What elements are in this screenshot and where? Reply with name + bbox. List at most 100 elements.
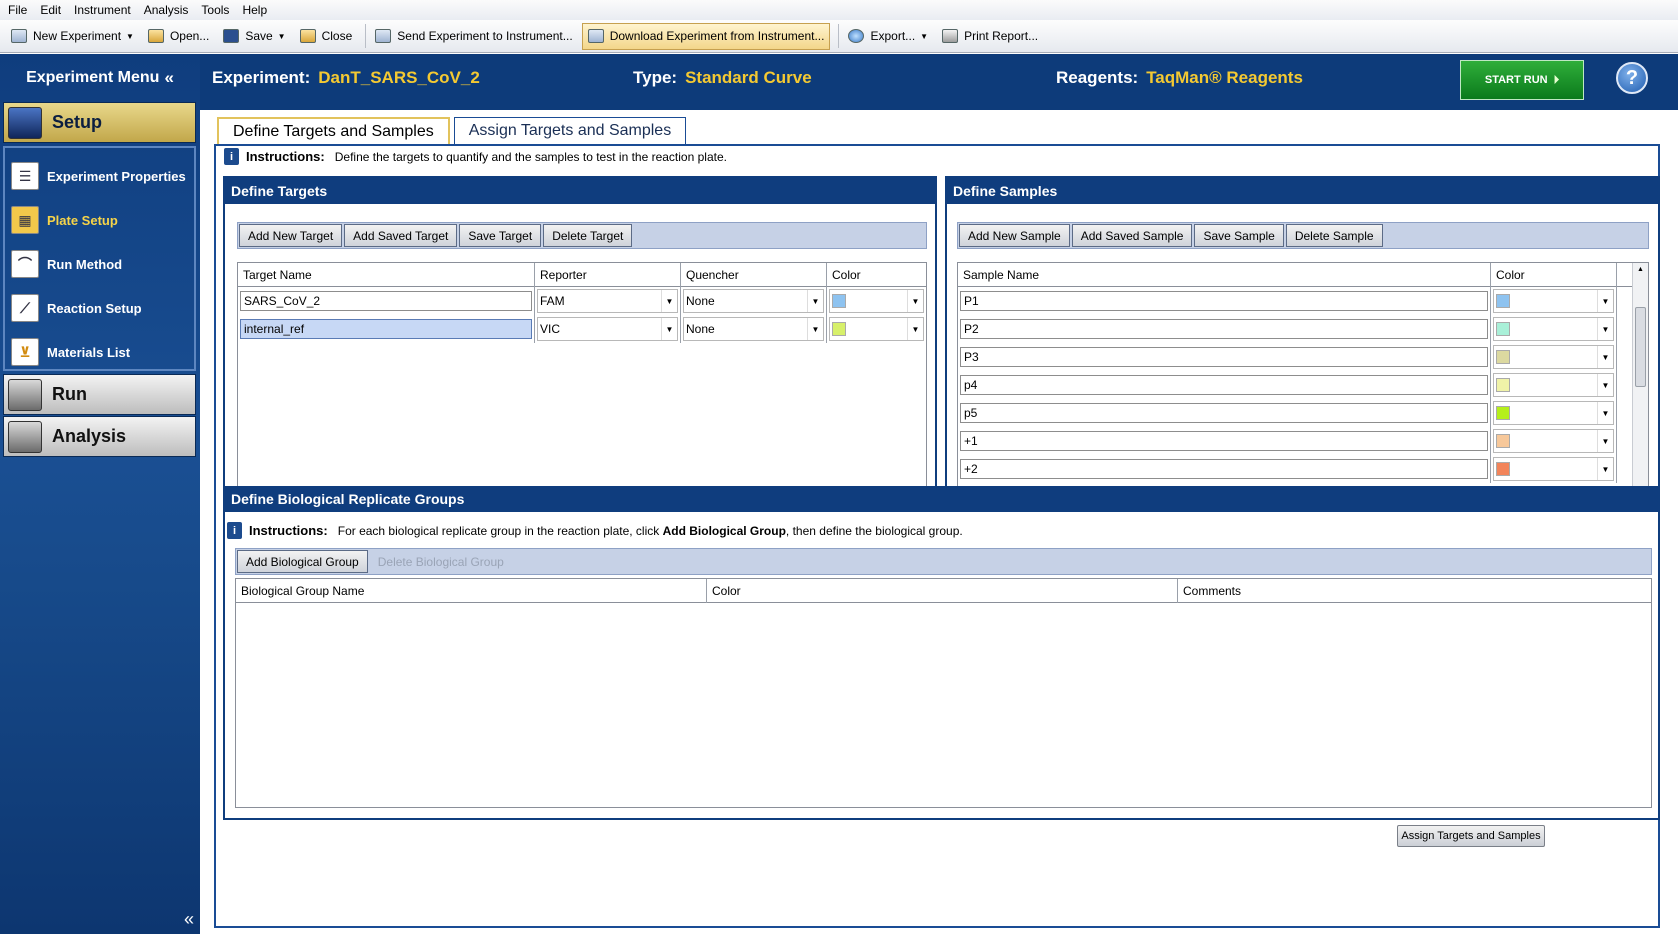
color-select[interactable]: ▼ [829, 289, 924, 313]
new-experiment-button[interactable]: New Experiment ▼ [6, 23, 139, 50]
dropdown-arrow-icon[interactable]: ▼ [278, 32, 286, 41]
scrollbar-thumb[interactable] [1635, 307, 1646, 387]
table-row[interactable]: +2 ▼ [958, 455, 1648, 483]
sample-name-field[interactable]: +1 [960, 431, 1488, 451]
add-new-target-button[interactable]: Add New Target [239, 224, 343, 247]
samples-scrollbar[interactable]: ▲ ▼ [1632, 263, 1648, 504]
column-biological-group-name[interactable]: Biological Group Name [236, 579, 707, 603]
save-button[interactable]: Save ▼ [218, 23, 290, 50]
table-row[interactable]: SARS_CoV_2 FAM ▼ None ▼ ▼ [238, 287, 926, 315]
analysis-section[interactable]: Analysis [3, 416, 196, 457]
menu-instrument[interactable]: Instrument [74, 3, 131, 17]
print-report-button[interactable]: Print Report... [937, 23, 1043, 50]
save-sample-button[interactable]: Save Sample [1194, 224, 1284, 247]
tab-define-targets-and-samples[interactable]: Define Targets and Samples [217, 117, 450, 145]
column-color[interactable]: Color [1491, 263, 1617, 287]
chevron-down-icon[interactable]: ▼ [907, 290, 923, 312]
sidebar-item-experiment-properties[interactable]: ☰ Experiment Properties [5, 154, 194, 198]
bio-groups-table: Biological Group Name Color Comments [235, 578, 1652, 808]
menu-analysis[interactable]: Analysis [144, 3, 189, 17]
setup-section[interactable]: Setup [3, 102, 196, 143]
color-select[interactable]: ▼ [1493, 457, 1614, 481]
sidebar-item-materials-list[interactable]: ⊻ Materials List [5, 330, 194, 374]
chevron-down-icon[interactable]: ▼ [907, 318, 923, 340]
sample-name-field[interactable]: P1 [960, 291, 1488, 311]
quencher-select[interactable]: None ▼ [683, 289, 824, 313]
chevron-down-icon[interactable]: ▼ [1597, 430, 1613, 452]
tab-assign-targets-and-samples[interactable]: Assign Targets and Samples [453, 117, 687, 144]
menu-edit[interactable]: Edit [40, 3, 61, 17]
chevron-down-icon[interactable]: ▼ [1597, 290, 1613, 312]
reporter-select[interactable]: FAM ▼ [537, 289, 678, 313]
chevron-down-icon[interactable]: ▼ [661, 290, 677, 312]
color-select[interactable]: ▼ [1493, 373, 1614, 397]
color-select[interactable]: ▼ [1493, 345, 1614, 369]
start-run-button[interactable]: START RUN ⏵ [1460, 60, 1584, 100]
collapse-chevron-icon[interactable]: « [164, 68, 173, 88]
sidebar-item-reaction-setup[interactable]: ⟋ Reaction Setup [5, 286, 194, 330]
column-target-name[interactable]: Target Name [238, 263, 535, 287]
sample-name-field[interactable]: p5 [960, 403, 1488, 423]
color-select[interactable]: ▼ [829, 317, 924, 341]
add-saved-target-button[interactable]: Add Saved Target [344, 224, 458, 247]
add-new-sample-button[interactable]: Add New Sample [959, 224, 1070, 247]
color-select[interactable]: ▼ [1493, 289, 1614, 313]
table-row[interactable]: P1 ▼ [958, 287, 1648, 315]
column-comments[interactable]: Comments [1178, 579, 1651, 603]
close-button[interactable]: Close [295, 23, 358, 50]
collapse-bottom-chevron-icon[interactable]: « [184, 909, 194, 930]
dropdown-arrow-icon[interactable]: ▼ [920, 32, 928, 41]
help-button[interactable]: ? [1616, 62, 1648, 94]
menu-help[interactable]: Help [242, 3, 267, 17]
toolbar-separator [365, 24, 367, 48]
table-row[interactable]: p4 ▼ [958, 371, 1648, 399]
table-row[interactable]: p5 ▼ [958, 399, 1648, 427]
save-target-button[interactable]: Save Target [459, 224, 542, 247]
scroll-up-arrow-icon[interactable]: ▲ [1633, 263, 1648, 277]
delete-target-button[interactable]: Delete Target [543, 224, 633, 247]
chevron-down-icon[interactable]: ▼ [661, 318, 677, 340]
chevron-down-icon[interactable]: ▼ [1597, 402, 1613, 424]
column-quencher[interactable]: Quencher [681, 263, 827, 287]
column-reporter[interactable]: Reporter [535, 263, 681, 287]
column-color[interactable]: Color [707, 579, 1178, 603]
sample-name-field[interactable]: +2 [960, 459, 1488, 479]
column-color[interactable]: Color [827, 263, 926, 287]
export-button[interactable]: Export... ▼ [843, 23, 933, 50]
add-biological-group-button[interactable]: Add Biological Group [237, 550, 368, 573]
menu-file[interactable]: File [8, 3, 27, 17]
table-row[interactable]: P3 ▼ [958, 343, 1648, 371]
sidebar-item-plate-setup[interactable]: ▦ Plate Setup [5, 198, 194, 242]
chevron-down-icon[interactable]: ▼ [1597, 374, 1613, 396]
samples-button-bar: Add New Sample Add Saved Sample Save Sam… [957, 222, 1649, 249]
sidebar-item-run-method[interactable]: ⌒ Run Method [5, 242, 194, 286]
chevron-down-icon[interactable]: ▼ [1597, 318, 1613, 340]
chevron-down-icon[interactable]: ▼ [1597, 458, 1613, 480]
chevron-down-icon[interactable]: ▼ [1597, 346, 1613, 368]
sample-name-field[interactable]: P2 [960, 319, 1488, 339]
chevron-down-icon[interactable]: ▼ [807, 318, 823, 340]
reporter-select[interactable]: VIC ▼ [537, 317, 678, 341]
target-name-field[interactable]: internal_ref [240, 319, 532, 339]
sample-name-field[interactable]: p4 [960, 375, 1488, 395]
download-from-instrument-button[interactable]: Download Experiment from Instrument... [581, 22, 831, 50]
open-button[interactable]: Open... [143, 23, 214, 50]
sample-name-field[interactable]: P3 [960, 347, 1488, 367]
color-select[interactable]: ▼ [1493, 317, 1614, 341]
table-row[interactable]: internal_ref VIC ▼ None ▼ ▼ [238, 315, 926, 343]
quencher-select[interactable]: None ▼ [683, 317, 824, 341]
column-sample-name[interactable]: Sample Name [958, 263, 1491, 287]
color-select[interactable]: ▼ [1493, 401, 1614, 425]
table-row[interactable]: P2 ▼ [958, 315, 1648, 343]
target-name-field[interactable]: SARS_CoV_2 [240, 291, 532, 311]
assign-targets-and-samples-button[interactable]: Assign Targets and Samples [1397, 825, 1545, 847]
chevron-down-icon[interactable]: ▼ [807, 290, 823, 312]
color-select[interactable]: ▼ [1493, 429, 1614, 453]
menu-tools[interactable]: Tools [201, 3, 229, 17]
dropdown-arrow-icon[interactable]: ▼ [126, 32, 134, 41]
run-section[interactable]: Run [3, 374, 196, 415]
delete-sample-button[interactable]: Delete Sample [1285, 224, 1383, 247]
table-row[interactable]: +1 ▼ [958, 427, 1648, 455]
add-saved-sample-button[interactable]: Add Saved Sample [1071, 224, 1193, 247]
send-to-instrument-button[interactable]: Send Experiment to Instrument... [370, 23, 577, 50]
